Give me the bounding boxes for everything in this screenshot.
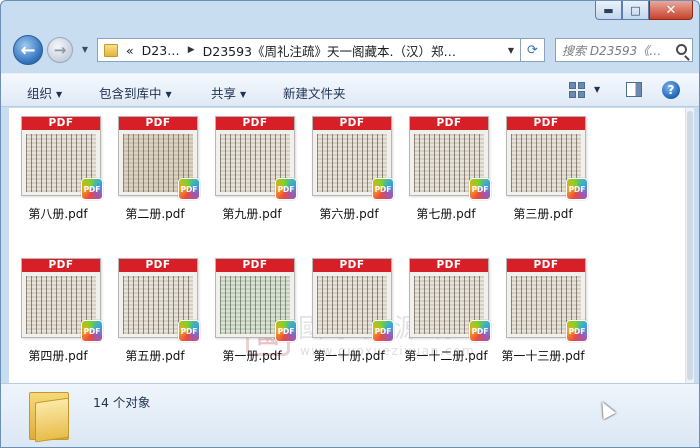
back-arrow-icon: ← [20, 39, 36, 61]
details-pane: 14 个对象 [1, 383, 699, 447]
pdf-thumbnail-band: PDF [313, 259, 391, 272]
chevron-down-icon: ▼ [165, 90, 172, 99]
organize-menu[interactable]: 组织 ▼ [27, 83, 62, 102]
file-name: 第九册.pdf [222, 207, 282, 221]
pdf-thumbnail-band: PDF [119, 259, 197, 272]
help-icon[interactable]: ? [662, 81, 680, 99]
file-name: 第七册.pdf [416, 207, 476, 221]
breadcrumb-item-current[interactable]: D23593《周礼注疏》天一阁藏本.（汉）郑… [203, 41, 456, 60]
address-bar[interactable]: « D23… ▶ D23593《周礼注疏》天一阁藏本.（汉）郑… ▼ [97, 38, 521, 62]
file-name: 第二册.pdf [125, 207, 185, 221]
pdf-app-icon: PDF [372, 178, 394, 200]
pdf-thumbnail-band: PDF [22, 117, 100, 130]
breadcrumb: « D23… ▶ D23593《周礼注疏》天一阁藏本.（汉）郑… [126, 41, 456, 60]
forward-button[interactable]: → [47, 37, 73, 63]
folder-icon [104, 43, 118, 57]
file-name: 第四册.pdf [28, 349, 88, 363]
file-item[interactable]: PDF PDF 第二册.pdf [106, 108, 204, 228]
pdf-app-icon: PDF [566, 320, 588, 342]
back-button[interactable]: ← [13, 35, 43, 65]
scrollbar-thumb[interactable] [687, 111, 693, 380]
pdf-app-icon: PDF [372, 320, 394, 342]
search-input[interactable]: 搜索 D23593《… [555, 38, 693, 62]
chevron-down-icon: ▼ [240, 90, 247, 99]
recent-pages-dropdown[interactable]: ▼ [79, 45, 91, 55]
navigation-bar: ← → ▼ « D23… ▶ D23593《周礼注疏》天一阁藏本.（汉）郑… ▼… [1, 33, 699, 69]
pdf-app-icon: PDF [178, 178, 200, 200]
refresh-icon: ⟳ [527, 42, 538, 58]
explorer-window: ▬ □ ✕ ← → ▼ « D23… ▶ D23593《周礼注疏》天一阁藏本.（… [0, 0, 700, 448]
file-item[interactable]: PDF PDF 第六册.pdf [300, 108, 398, 228]
file-item[interactable]: PDF PDF 第七册.pdf [397, 108, 495, 228]
file-name: 第一十册.pdf [313, 349, 385, 363]
pdf-thumbnail-band: PDF [119, 117, 197, 130]
file-item[interactable]: PDF PDF 第一十二册.pdf [397, 250, 495, 370]
file-name: 第六册.pdf [319, 207, 379, 221]
pdf-thumbnail-band: PDF [507, 117, 585, 130]
pdf-app-icon: PDF [275, 178, 297, 200]
refresh-button[interactable]: ⟳ [521, 38, 545, 62]
preview-pane-icon[interactable] [626, 82, 642, 97]
search-placeholder: 搜索 D23593《… [562, 43, 662, 58]
address-dropdown-icon[interactable]: ▼ [508, 46, 514, 55]
pdf-app-icon: PDF [81, 178, 103, 200]
pdf-app-icon: PDF [275, 320, 297, 342]
pdf-thumbnail-band: PDF [410, 259, 488, 272]
forward-arrow-icon: → [53, 41, 67, 59]
organize-label: 组织 [27, 86, 53, 101]
include-in-library-menu[interactable]: 包含到库中 ▼ [99, 83, 172, 102]
pdf-thumbnail-band: PDF [22, 259, 100, 272]
file-item[interactable]: PDF PDF 第五册.pdf [106, 250, 204, 370]
file-name: 第一十二册.pdf [404, 349, 488, 363]
file-item[interactable]: PDF PDF 第四册.pdf [9, 250, 107, 370]
command-toolbar: 组织 ▼ 包含到库中 ▼ 共享 ▼ 新建文件夹 ▼ ? [1, 73, 699, 107]
chevron-right-icon[interactable]: ▶ [188, 45, 195, 55]
pdf-thumbnail-band: PDF [216, 117, 294, 130]
view-options-dropdown[interactable]: ▼ [594, 85, 600, 94]
pdf-app-icon: PDF [566, 178, 588, 200]
change-view-icon[interactable] [569, 82, 585, 98]
file-item[interactable]: PDF PDF 第一册.pdf [203, 250, 301, 370]
file-name: 第一册.pdf [222, 349, 282, 363]
share-menu[interactable]: 共享 ▼ [211, 83, 246, 102]
search-icon[interactable] [676, 44, 687, 55]
pdf-app-icon: PDF [469, 320, 491, 342]
close-button[interactable]: ✕ [649, 1, 693, 20]
pdf-thumbnail-band: PDF [216, 259, 294, 272]
pdf-app-icon: PDF [81, 320, 103, 342]
file-name: 第一十三册.pdf [501, 349, 585, 363]
share-label: 共享 [211, 86, 237, 101]
file-item[interactable]: PDF PDF 第一十册.pdf [300, 250, 398, 370]
file-item[interactable]: PDF PDF 第一十三册.pdf [494, 250, 592, 370]
pdf-thumbnail-band: PDF [410, 117, 488, 130]
file-item[interactable]: PDF PDF 第八册.pdf [9, 108, 107, 228]
include-library-label: 包含到库中 [99, 86, 162, 101]
minimize-button[interactable]: ▬ [595, 1, 622, 20]
file-list[interactable]: 國 國學資源網 www.guoxueziyuan.com PDFPDF第八册.p… [9, 108, 685, 383]
pdf-thumbnail-band: PDF [313, 117, 391, 130]
file-name: 第五册.pdf [125, 349, 185, 363]
item-count: 14 个对象 [93, 395, 151, 410]
breadcrumb-overflow[interactable]: « [126, 43, 134, 58]
folder-icon [29, 392, 69, 443]
new-folder-button[interactable]: 新建文件夹 [283, 83, 346, 102]
caption-buttons: ▬ □ ✕ [595, 1, 693, 22]
file-item[interactable]: PDF PDF 第九册.pdf [203, 108, 301, 228]
pdf-thumbnail-band: PDF [507, 259, 585, 272]
maximize-button[interactable]: □ [622, 1, 649, 20]
file-name: 第八册.pdf [28, 207, 88, 221]
chevron-down-icon: ▼ [56, 90, 63, 99]
vertical-scrollbar[interactable] [685, 108, 694, 383]
breadcrumb-item-parent[interactable]: D23… [142, 43, 180, 58]
pdf-app-icon: PDF [469, 178, 491, 200]
file-item[interactable]: PDF PDF 第三册.pdf [494, 108, 592, 228]
file-name: 第三册.pdf [513, 207, 573, 221]
pdf-app-icon: PDF [178, 320, 200, 342]
